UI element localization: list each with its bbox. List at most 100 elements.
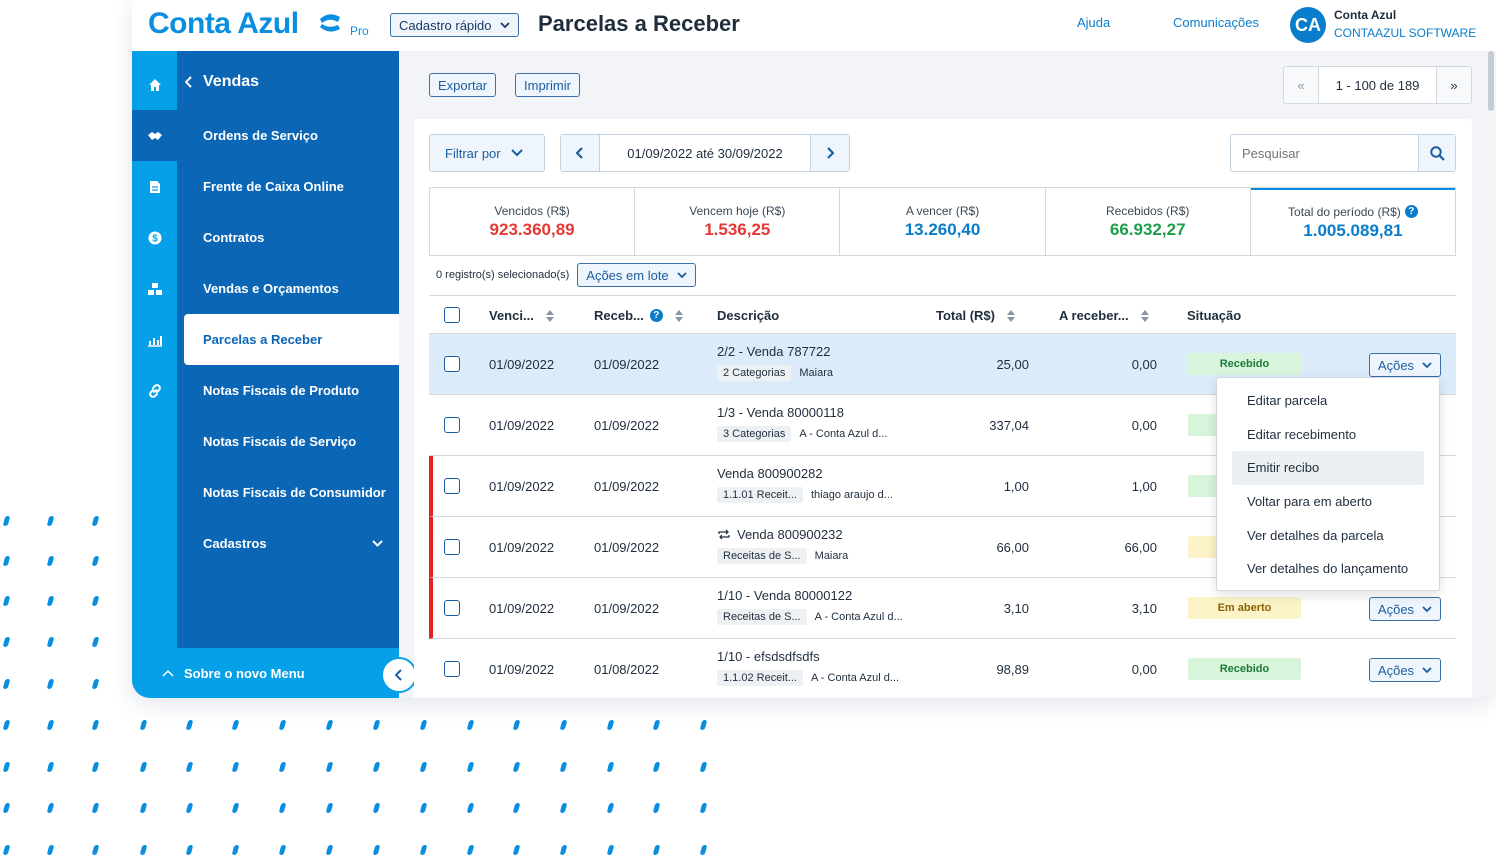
- row-description[interactable]: Venda 800900282 1.1.01 Receit... thiago ar…: [717, 466, 893, 503]
- previous-period-button[interactable]: [561, 135, 599, 171]
- boxes-icon[interactable]: [132, 263, 177, 314]
- description-title: 1/10 - efsdsdfsdfs: [717, 649, 820, 664]
- decorative-dot: [91, 596, 100, 606]
- user-name[interactable]: Conta Azul: [1334, 8, 1396, 22]
- description-title: 2/2 - Venda 787722: [717, 344, 831, 359]
- sidebar-item-frente-caixa[interactable]: Frente de Caixa Online: [184, 161, 399, 212]
- quick-register-dropdown[interactable]: Cadastro rápido: [390, 13, 519, 37]
- client-name: thiago araujo d...: [811, 489, 893, 501]
- help-icon[interactable]: ?: [649, 309, 663, 322]
- search-input[interactable]: [1231, 135, 1418, 171]
- category-tag: Receitas de S...: [717, 548, 807, 564]
- sidebar-item-nf-consumidor[interactable]: Notas Fiscais de Consumidor: [184, 467, 399, 518]
- sort-icon: [1140, 309, 1149, 322]
- dollar-icon[interactable]: $: [132, 212, 177, 263]
- handshake-icon[interactable]: [132, 110, 177, 161]
- row-description[interactable]: Venda 800900232 Receitas de S... Maiara: [717, 527, 848, 564]
- decorative-dot: [185, 720, 194, 730]
- sort-icon: [545, 309, 554, 322]
- sidebar-item-cadastros[interactable]: Cadastros: [184, 518, 399, 569]
- help-icon[interactable]: ?: [1404, 205, 1418, 218]
- export-button[interactable]: Exportar: [429, 73, 497, 97]
- menu-item[interactable]: Emitir recibo: [1232, 451, 1424, 485]
- row-checkbox[interactable]: [444, 600, 460, 616]
- collapse-sidebar-button[interactable]: [381, 657, 417, 693]
- home-icon[interactable]: [132, 59, 177, 110]
- row-description[interactable]: 1/10 - efsdsdfsdfs 1.1.02 Receit... A - Co…: [717, 649, 899, 686]
- chart-icon[interactable]: [132, 314, 177, 365]
- sidebar-item-nf-servico[interactable]: Notas Fiscais de Serviço: [184, 416, 399, 467]
- communications-link[interactable]: Comunicações: [1173, 15, 1259, 30]
- total-amount: 98,89: [996, 662, 1029, 677]
- total-label: Recebidos (R$): [1106, 203, 1190, 218]
- column-header-received[interactable]: Receb...?: [594, 296, 683, 335]
- sidebar-footer-about-menu[interactable]: Sobre o novo Menu: [132, 648, 399, 698]
- sidebar-item-ordens-servico[interactable]: Ordens de Serviço: [184, 110, 399, 161]
- sidebar-back-vendas[interactable]: Vendas: [185, 73, 259, 91]
- row-checkbox[interactable]: [444, 417, 460, 433]
- decorative-dot: [325, 720, 334, 730]
- chevron-down-icon: [1422, 361, 1432, 368]
- total-card[interactable]: Recebidos (R$) 66.932,27: [1046, 188, 1251, 255]
- row-description[interactable]: 1/10 - Venda 80000122 Receitas de S... A -…: [717, 588, 903, 625]
- menu-item[interactable]: Editar recebimento: [1232, 418, 1424, 452]
- row-actions-button[interactable]: Ações: [1369, 597, 1441, 621]
- column-header-due[interactable]: Venci...: [489, 296, 554, 335]
- company-name[interactable]: CONTAAZUL SOFTWARE: [1334, 26, 1476, 40]
- sidebar-item-contratos[interactable]: Contratos: [184, 212, 399, 263]
- decorative-dot: [466, 720, 475, 730]
- link-icon[interactable]: [132, 365, 177, 416]
- pager-first-button[interactable]: «: [1284, 67, 1319, 103]
- chevron-down-icon: [510, 149, 523, 157]
- help-link[interactable]: Ajuda: [1077, 15, 1110, 30]
- document-icon[interactable]: [132, 161, 177, 212]
- date-range-label[interactable]: 01/09/2022 até 30/09/2022: [599, 135, 811, 171]
- decorative-dot: [466, 845, 475, 855]
- row-actions-button[interactable]: Ações: [1369, 353, 1441, 377]
- sidebar-item-label: Parcelas a Receber: [203, 332, 323, 347]
- status-badge: Recebido: [1188, 353, 1301, 375]
- total-card[interactable]: Total do período (R$)? 1.005.089,81: [1250, 188, 1456, 255]
- category-tag: Receitas de S...: [717, 609, 807, 625]
- brand-logo[interactable]: Conta Azul: [148, 7, 299, 41]
- table-row[interactable]: 01/09/2022 01/08/2022 1/10 - efsdsdfsdfs 1.…: [429, 639, 1456, 698]
- sidebar-item-parcelas-receber[interactable]: Parcelas a Receber: [184, 314, 399, 365]
- chevron-down-icon: [1422, 666, 1432, 673]
- decorative-dot: [606, 845, 615, 855]
- row-checkbox[interactable]: [444, 478, 460, 494]
- avatar[interactable]: CA: [1290, 7, 1326, 43]
- row-description[interactable]: 2/2 - Venda 787722 2 Categorias Maiara: [717, 344, 833, 381]
- bulk-actions-dropdown[interactable]: Ações em lote: [577, 263, 696, 287]
- menu-item[interactable]: Ver detalhes da parcela: [1232, 518, 1424, 552]
- row-checkbox[interactable]: [444, 661, 460, 677]
- chevron-right-icon: [827, 147, 834, 159]
- sidebar-item-nf-produto[interactable]: Notas Fiscais de Produto: [184, 365, 399, 416]
- decorative-dot: [2, 596, 11, 606]
- row-description[interactable]: 1/3 - Venda 80000118 3 Categorias A - Cont…: [717, 405, 887, 442]
- filter-by-dropdown[interactable]: Filtrar por: [429, 134, 545, 172]
- client-name: Maiara: [799, 367, 833, 379]
- menu-item[interactable]: Voltar para em aberto: [1232, 485, 1424, 519]
- select-all-checkbox[interactable]: [444, 307, 460, 323]
- scrollbar-thumb[interactable]: [1488, 51, 1494, 111]
- row-checkbox[interactable]: [444, 539, 460, 555]
- decorative-dot: [91, 762, 100, 772]
- total-card[interactable]: Vencem hoje (R$) 1.536,25: [635, 188, 841, 255]
- decorative-dot: [559, 803, 568, 813]
- sidebar-item-vendas-orcamentos[interactable]: Vendas e Orçamentos: [184, 263, 399, 314]
- column-header-total[interactable]: Total (R$): [936, 296, 1015, 335]
- column-header-to-receive[interactable]: A receber...: [1059, 296, 1149, 335]
- row-actions-button[interactable]: Ações: [1369, 658, 1441, 682]
- total-card[interactable]: Vencidos (R$) 923.360,89: [430, 188, 636, 255]
- pager-last-button[interactable]: »: [1436, 67, 1471, 103]
- print-button[interactable]: Imprimir: [515, 73, 580, 97]
- column-header-label: Receb...: [594, 308, 644, 323]
- decorative-dot: [325, 803, 334, 813]
- search-button[interactable]: [1418, 135, 1455, 171]
- chevron-down-icon: [372, 540, 383, 547]
- next-period-button[interactable]: [811, 135, 849, 171]
- row-checkbox[interactable]: [444, 356, 460, 372]
- menu-item[interactable]: Ver detalhes do lançamento: [1232, 552, 1424, 586]
- menu-item[interactable]: Editar parcela: [1232, 384, 1424, 418]
- total-card[interactable]: A vencer (R$) 13.260,40: [840, 188, 1046, 255]
